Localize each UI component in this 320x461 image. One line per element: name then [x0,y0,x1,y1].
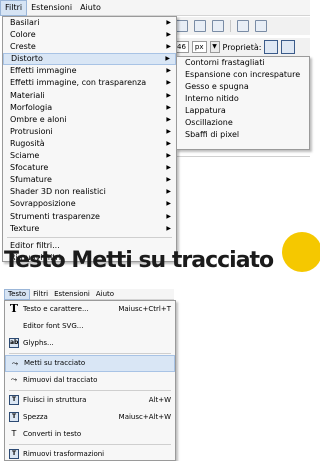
submenu-item[interactable]: Lappatura [177,105,309,117]
overlay-caption: Testo Metti su tracciato [4,250,274,273]
put-on-path-item[interactable]: ⤳ Metti su tracciato [5,355,175,372]
menu-aiuto[interactable]: Aiuto [76,0,105,16]
filters-menu-item-distorto[interactable]: Distorto ▶ [3,53,176,66]
submenu-arrow-icon: ▶ [166,152,171,160]
filters-menu-item[interactable]: Texture ▶ [3,223,176,235]
zoom-page-icon[interactable] [194,20,206,32]
filters-menu-item[interactable]: Sfumature ▶ [3,174,176,186]
filters-menu-item[interactable]: Colore ▶ [3,29,176,41]
menu-filtri-label: Filtri [5,2,23,12]
menu-filtri-2-label: Filtri [33,289,49,298]
filters-menu-item[interactable]: Materiali ▶ [3,90,176,102]
convert-to-text-icon: T [11,429,17,438]
submenu-item[interactable]: Sbaffi di pixel [177,129,309,141]
text-T-icon: T [9,302,19,315]
filters-menu-item[interactable]: Effetti immagine ▶ [3,65,176,77]
zoom-drawing-icon[interactable] [176,20,188,32]
menu-testo-label: Testo [8,289,27,298]
scissors-icon[interactable] [237,20,249,32]
submenu-arrow-icon: ▶ [166,212,171,220]
submenu-arrow-icon: ▶ [166,91,171,99]
submenu-arrow-icon: ▶ [166,67,171,75]
submenu-item[interactable]: Oscillazione [177,117,309,129]
submenu-arrow-icon: ▶ [166,19,171,26]
shortcut-label: Maiusc+Ctrl+T [118,305,171,313]
zoom-width-icon[interactable] [212,20,224,32]
unflow-icon: T [9,412,19,422]
svg-font-editor-item[interactable]: Editor font SVG... [5,318,175,335]
submenu-arrow-icon: ▶ [166,31,171,39]
remove-transforms-icon: T [9,449,19,459]
menu-filtri-2[interactable]: Filtri [30,289,51,300]
distort-submenu: Contorni frastagliati Espansione con inc… [176,56,310,150]
submenu-arrow-icon: ▶ [166,188,171,196]
filters-menu-item[interactable]: Sciame ▶ [3,150,176,162]
submenu-arrow-icon: ▶ [166,176,171,184]
unit-dropdown-icon[interactable]: ▼ [209,41,220,53]
submenu-arrow-icon: ▶ [166,224,171,232]
document-icon[interactable] [255,20,267,32]
commands-toolbar [172,17,310,35]
filters-menu: Basilari ▶ Colore ▶ Creste ▶ Distorto ▶ Effe… [2,16,177,262]
menubar-secondary: Testo Filtri Estensioni Aiuto [4,288,174,300]
canvas-divider [172,156,310,157]
submenu-arrow-icon: ▶ [165,55,170,63]
filters-menu-item[interactable]: Morfologia ▶ [3,102,176,114]
menu-aiuto-2-label: Aiuto [95,289,115,298]
remove-transforms-item[interactable]: T Rimuovi trasformazioni [5,446,175,461]
submenu-item[interactable]: Interno nitido [177,93,309,105]
submenu-arrow-icon: ▶ [166,139,171,147]
submenu-item[interactable]: Espansione con increspature [177,69,309,81]
toolbar-divider [230,20,231,32]
submenu-arrow-icon: ▶ [166,164,171,172]
filters-menu-item[interactable]: Shader 3D non realistici ▶ [3,186,176,198]
text-and-font-item[interactable]: T Testo e carattere... Maiusc+Ctrl+T [5,301,175,318]
submenu-arrow-icon: ▶ [166,103,171,111]
properties-label: Proprietà: [222,42,262,52]
submenu-item[interactable]: Contorni frastagliati [177,57,309,69]
text-menu: T Testo e carattere... Maiusc+Ctrl+T Edi… [4,300,176,461]
submenu-item[interactable]: Gesso e spugna [177,81,309,93]
filters-menu-item[interactable]: Strumenti trasparenze ▶ [3,211,176,223]
menubar: Filtri Estensioni Aiuto [0,0,310,16]
filters-menu-item[interactable]: Basilari ▶ [3,17,176,29]
filters-menu-item[interactable]: Rugosità ▶ [3,138,176,150]
menu-estensioni-label: Estensioni [31,2,73,12]
menu-aiuto-2[interactable]: Aiuto [93,289,117,300]
shortcut-label: Alt+W [148,396,171,404]
filters-menu-item[interactable]: Ombre e aloni ▶ [3,114,176,126]
filters-menu-item[interactable]: Sfocature ▶ [3,162,176,174]
unit-select[interactable]: px [191,41,207,53]
submenu-arrow-icon: ▶ [166,200,171,208]
glyphs-icon: ab [9,338,19,348]
menu-aiuto-label: Aiuto [80,2,101,12]
put-on-path-icon: ⤳ [11,359,19,368]
tool-controls-bar: 46 px ▼ Proprietà: [172,38,310,56]
menu-testo[interactable]: Testo [4,288,31,300]
convert-to-text-item[interactable]: T Converti in testo [5,426,175,443]
flow-into-frame-item[interactable]: T Fluisci in struttura Alt+W [5,392,175,409]
submenu-arrow-icon: ▶ [166,79,171,87]
filters-menu-item[interactable]: Protrusioni ▶ [3,126,176,138]
submenu-arrow-icon: ▶ [166,43,171,51]
remove-from-path-item[interactable]: ⤳ Rimuovi dal tracciato [5,372,175,389]
align-left-icon[interactable] [264,40,279,54]
glyphs-item[interactable]: ab Glyphs... [5,335,175,352]
submenu-arrow-icon: ▶ [166,115,171,123]
menu-estensioni-2-label: Estensioni [54,289,90,298]
flow-into-frame-icon: T [9,395,19,405]
filters-menu-item[interactable]: Effetti immagine, con trasparenza ▶ [3,77,176,89]
menu-filtri[interactable]: Filtri [0,0,28,16]
shortcut-label: Maiusc+Alt+W [118,413,171,421]
menu-estensioni-2[interactable]: Estensioni [51,289,93,300]
filters-menu-item[interactable]: Creste ▶ [3,41,176,53]
align-right-icon[interactable] [281,40,296,54]
remove-from-path-icon: ⤳ [10,375,18,384]
submenu-arrow-icon: ▶ [166,127,171,135]
unflow-item[interactable]: T Spezza Maiusc+Alt+W [5,409,175,426]
filters-menu-item[interactable]: Sovrapposizione ▶ [3,198,176,210]
menu-estensioni[interactable]: Estensioni [27,0,76,16]
